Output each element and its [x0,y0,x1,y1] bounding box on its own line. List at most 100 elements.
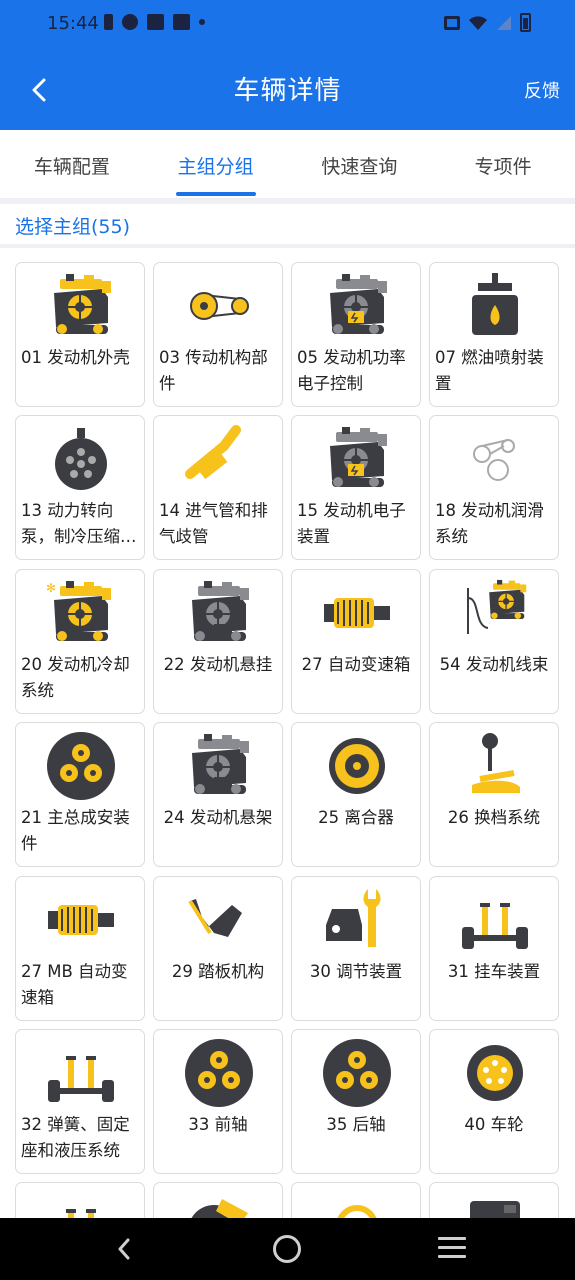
group-card[interactable]: 30 调节装置 [291,876,421,1021]
group-card-label: 40 车轮 [464,1115,524,1134]
brake-icon [184,1191,254,1218]
group-card[interactable]: 15 发动机电子装置 [291,415,421,560]
system-nav-bar [0,1218,575,1280]
group-card-label: 18 发动机润滑系统 [435,501,544,546]
app-screen: 15:44 车辆详情 反馈 车辆配置 主组分组 快速查询 专项件 选择主组(55… [0,0,575,1280]
group-card[interactable]: 54 发动机线束 [429,569,559,714]
engine-mount-icon [184,578,254,648]
tab-vehicle-config[interactable]: 车辆配置 [0,130,144,198]
group-card[interactable]: 40 车轮 [429,1029,559,1174]
lubrication-icon [460,424,530,494]
main-group-grid: 01 发动机外壳 03 传动机构部件 05 发动机功率电子控制 07 燃油喷射装… [15,262,561,1218]
group-card-label: 33 前轴 [188,1115,248,1134]
fuel-tank-icon [460,1191,530,1218]
status-bar: 15:44 [0,0,575,48]
group-card-label: 29 踏板机构 [171,962,265,981]
group-card[interactable] [15,1182,145,1218]
group-card-label: 26 换档系统 [447,808,541,827]
nav-home-button[interactable] [273,1235,301,1263]
gears-icon [184,1038,254,1108]
group-card-label: 31 挂车装置 [447,962,541,981]
group-card[interactable]: 22 发动机悬挂 [153,569,283,714]
steering-wheel-icon [322,1191,392,1218]
group-card[interactable]: 24 发动机悬架 [153,722,283,867]
group-card-label: 13 动力转向泵，制冷压缩… [21,501,137,546]
group-card-label: 20 发动机冷却系统 [21,655,130,700]
tab-main-groups[interactable]: 主组分组 [144,130,288,198]
status-time: 15:44 [47,13,99,34]
nav-back-button[interactable] [110,1234,140,1264]
wiring-harness-icon [460,578,530,648]
group-card[interactable] [153,1182,283,1218]
group-card[interactable]: 26 换档系统 [429,722,559,867]
group-card[interactable]: 05 发动机功率电子控制 [291,262,421,407]
pedal-icon [184,885,254,955]
group-card[interactable]: 01 发动机外壳 [15,262,145,407]
group-card[interactable]: 25 离合器 [291,722,421,867]
group-card[interactable]: ✻ 20 发动机冷却系统 [15,569,145,714]
clutch-icon [322,731,392,801]
group-card-label: 21 主总成安装件 [21,808,130,853]
group-card-label: 27 自动变速箱 [301,655,411,674]
pump-pulley-icon [46,424,116,494]
group-card-label: 25 离合器 [318,808,394,827]
mail-icon [173,14,190,30]
system-icons [444,13,531,32]
group-card[interactable]: 32 弹簧、固定座和液压系统 [15,1029,145,1174]
car-wrench-icon [322,885,392,955]
signal-icon [496,15,512,31]
battery-icon [520,13,531,32]
group-card-label: 03 传动机构部件 [159,348,268,393]
engine-electronic-icon [322,424,392,494]
transmission-icon [46,885,116,955]
group-card[interactable]: 29 踏板机构 [153,876,283,1021]
group-card[interactable]: 21 主总成安装件 [15,722,145,867]
group-card[interactable]: 33 前轴 [153,1029,283,1174]
app-notification-icon [122,14,138,30]
page-title: 车辆详情 [233,76,342,106]
group-card[interactable]: 27 自动变速箱 [291,569,421,714]
group-card-label: 24 发动机悬架 [163,808,273,827]
transmission-icon [322,578,392,648]
notification-icons [104,14,205,30]
group-card[interactable]: 27 MB 自动变速箱 [15,876,145,1021]
group-card[interactable] [291,1182,421,1218]
tab-quick-search[interactable]: 快速查询 [288,130,432,198]
engine-icon [46,271,116,341]
group-card[interactable]: 18 发动机润滑系统 [429,415,559,560]
group-card[interactable]: 14 进气管和排气歧管 [153,415,283,560]
belt-drive-icon [184,271,254,341]
feedback-button[interactable]: 反馈 [524,77,560,103]
group-card[interactable]: 31 挂车装置 [429,876,559,1021]
group-card-label: 32 弹簧、固定座和液压系统 [21,1115,130,1160]
nav-back-icon [118,1238,130,1260]
gears-icon [322,1038,392,1108]
section-header: 选择主组(55) [0,204,575,244]
group-card[interactable]: 35 后轴 [291,1029,421,1174]
svg-text:✻: ✻ [46,581,56,595]
group-card-label: 01 发动机外壳 [21,348,130,367]
group-card-label: 27 MB 自动变速箱 [21,962,128,1007]
group-card[interactable]: 03 传动机构部件 [153,262,283,407]
group-card-label: 14 进气管和排气歧管 [159,501,268,546]
gear-shift-icon [460,731,530,801]
group-card-label: 30 调节装置 [309,962,403,981]
wifi-icon [468,15,488,31]
group-card[interactable] [429,1182,559,1218]
vibrate-icon [444,15,460,30]
group-card-label: 15 发动机电子装置 [297,501,406,546]
section-title: 选择主组(55) [15,216,131,238]
group-card-label: 35 后轴 [326,1115,386,1134]
fuel-injection-icon [460,271,530,341]
exhaust-pipe-icon [184,424,254,494]
divider [0,244,575,248]
group-card-label: 54 发动机线束 [439,655,549,674]
axle-icon [460,885,530,955]
group-card[interactable]: 13 动力转向泵，制冷压缩… [15,415,145,560]
tab-special-parts[interactable]: 专项件 [431,130,575,198]
nav-recents-button[interactable] [438,1237,466,1261]
group-card[interactable]: 07 燃油喷射装置 [429,262,559,407]
engine-mount-icon [184,731,254,801]
tab-bar: 车辆配置 主组分组 快速查询 专项件 [0,130,575,198]
engine-cooling-icon: ✻ [46,578,116,648]
